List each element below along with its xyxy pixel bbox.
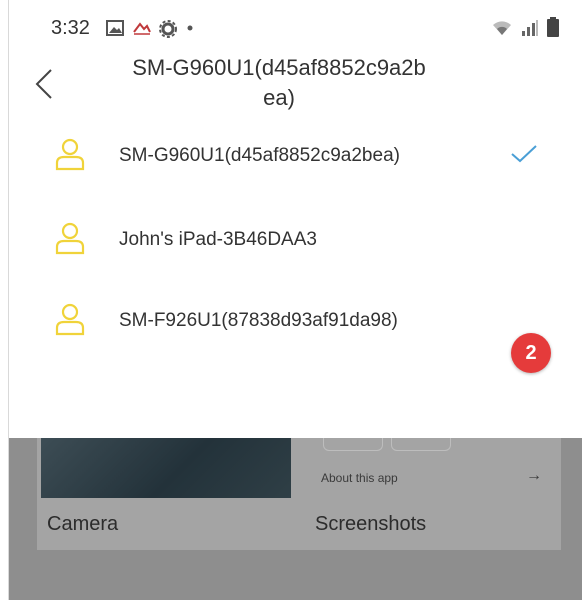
- status-right: [491, 17, 559, 37]
- device-name: SM-G960U1(d45af8852c9a2bea): [119, 145, 400, 166]
- dimmed-background: Camera About this app → Screenshots: [9, 438, 582, 600]
- person-icon: [55, 222, 85, 255]
- camera-card: Camera: [37, 438, 292, 550]
- person-icon: [55, 138, 85, 171]
- device-item-selected[interactable]: SM-G960U1(d45af8852c9a2bea): [9, 127, 582, 187]
- device-item[interactable]: John's iPad-3B46DAA3: [9, 211, 582, 271]
- notification-icon: [133, 22, 151, 35]
- wifi-icon: [493, 21, 511, 35]
- step-badge: 2: [511, 333, 551, 373]
- device-name: John's iPad-3B46DAA3: [119, 229, 317, 250]
- button-outline: [391, 438, 451, 451]
- page-title: SM-G960U1(d45af8852c9a2b ea): [99, 53, 459, 113]
- person-icon: [55, 303, 85, 336]
- button-outline: [323, 438, 383, 451]
- signal-icon: [522, 20, 538, 36]
- screenshots-caption: Screenshots: [315, 513, 427, 535]
- settings-gear-icon: [159, 20, 177, 38]
- battery-icon: [547, 17, 559, 37]
- camera-thumbnail: [41, 438, 291, 498]
- dot-icon: [187, 25, 193, 31]
- checkmark-icon: [511, 145, 537, 163]
- page-title-line1: SM-G960U1(d45af8852c9a2b: [132, 55, 426, 80]
- back-arrow-icon[interactable]: [29, 64, 63, 104]
- app-screen: 3:32 SM-G960U1(d45af8852c9a2b ea) SM-G96…: [8, 0, 582, 600]
- arrow-right-icon: →: [526, 467, 542, 484]
- device-item[interactable]: SM-F926U1(87838d93af91da98): [9, 292, 582, 352]
- page-title-line2: ea): [263, 85, 295, 110]
- screenshots-card: About this app → Screenshots: [291, 438, 561, 550]
- status-bar: 3:32: [9, 0, 582, 52]
- device-name: SM-F926U1(87838d93af91da98): [119, 310, 398, 331]
- gallery-icon: [106, 20, 124, 36]
- status-time: 3:32: [51, 17, 90, 39]
- camera-caption: Camera: [47, 513, 119, 535]
- about-app-link: About this app: [321, 471, 398, 485]
